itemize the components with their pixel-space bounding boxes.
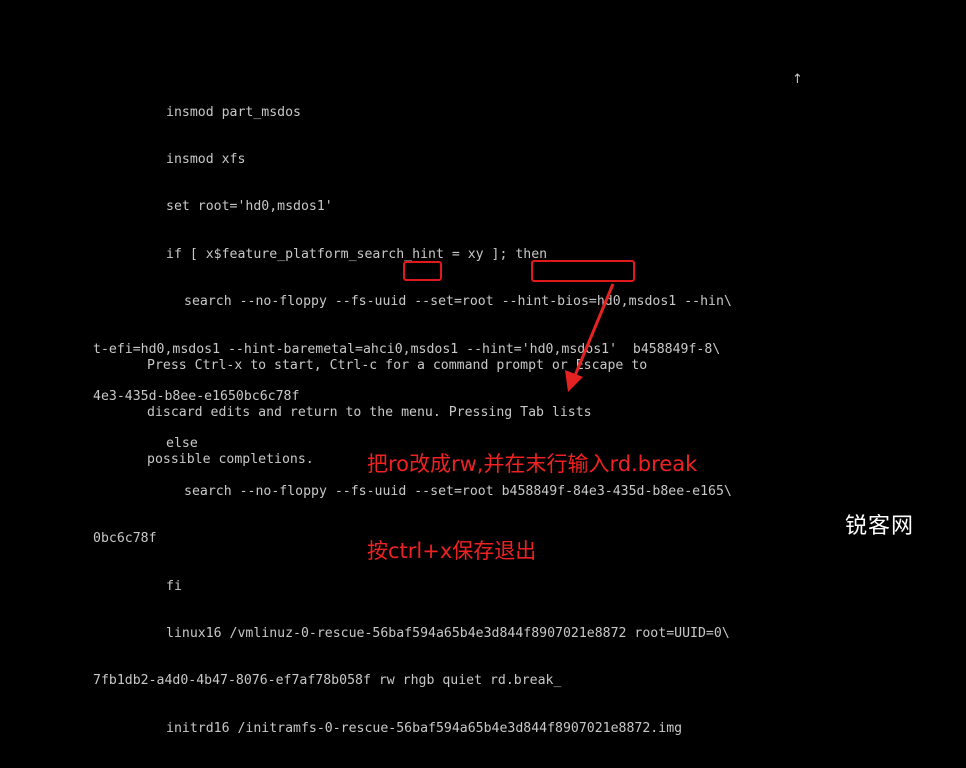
editor-line[interactable]: insmod part_msdos	[93, 105, 732, 121]
editor-line[interactable]: linux16 /vmlinuz-0-rescue-56baf594a65b4e…	[93, 626, 732, 642]
watermark-logo: 锐客网	[845, 514, 915, 539]
editor-line[interactable]: insmod xfs	[93, 152, 732, 168]
editor-line[interactable]: set root='hd0,msdos1'	[93, 199, 732, 215]
scroll-up-icon: ↑	[792, 72, 803, 87]
annotation-note: 把ro改成rw,并在末行输入rd.break 按ctrl+x保存退出	[367, 392, 697, 624]
editor-line[interactable]: initrd16 /initramfs-0-rescue-56baf594a65…	[93, 721, 732, 737]
editor-line[interactable]: search --no-floppy --fs-uuid --set=root …	[93, 294, 732, 310]
rw-highlight-box	[403, 261, 442, 281]
annotation-line-2: 按ctrl+x保存退出	[367, 539, 537, 563]
editor-line-cursor[interactable]: 7fb1db2-a4d0-4b47-8076-ef7af78b058f rw r…	[93, 673, 732, 689]
help-line: Press Ctrl-x to start, Ctrl-c for a comm…	[147, 357, 648, 373]
grub-edit-screen: insmod part_msdos insmod xfs set root='h…	[0, 0, 966, 736]
rd-break-highlight-box	[531, 260, 635, 282]
annotation-line-1: 把ro改成rw,并在末行输入rd.break	[367, 452, 698, 476]
